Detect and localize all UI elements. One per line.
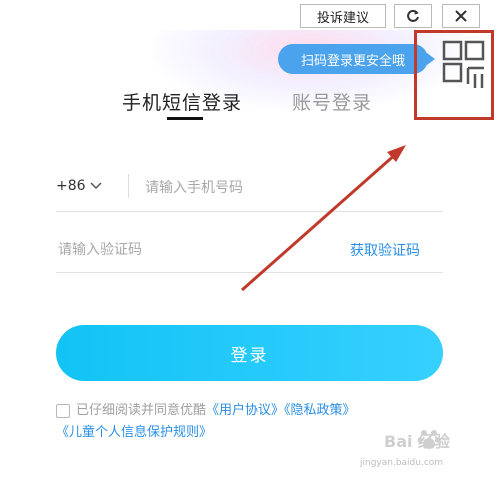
- country-divider: [128, 174, 129, 198]
- agreement-prefix: 已仔细阅读并同意优酷: [76, 403, 207, 418]
- refresh-button[interactable]: [394, 4, 432, 28]
- close-icon: [455, 10, 467, 22]
- watermark-url: jingyan.baidu.com: [360, 458, 444, 468]
- baidu-watermark: Bai 经验 jingyan.baidu.com: [360, 428, 480, 472]
- get-code-link[interactable]: 获取验证码: [350, 240, 420, 260]
- watermark-main: Bai 经验: [384, 432, 451, 451]
- qr-login-tooltip: 扫码登录更安全哦: [278, 44, 435, 74]
- tab-sms-login[interactable]: 手机短信登录: [122, 88, 242, 115]
- user-agreement-link[interactable]: 《用户协议》: [206, 403, 284, 418]
- qr-highlight-annotation: [414, 30, 494, 120]
- feedback-button[interactable]: 投诉建议: [300, 4, 386, 28]
- tab-account-login[interactable]: 账号登录: [292, 88, 372, 115]
- active-tab-underline: [167, 117, 203, 120]
- phone-input[interactable]: [143, 176, 437, 200]
- phone-underline: [56, 211, 443, 212]
- chevron-down-icon: [90, 182, 102, 190]
- login-button[interactable]: 登录: [56, 325, 443, 381]
- close-button[interactable]: [442, 4, 480, 28]
- verification-code-input[interactable]: [56, 238, 330, 262]
- refresh-icon: [407, 9, 419, 22]
- country-code-select[interactable]: +86: [56, 178, 102, 194]
- child-policy-link[interactable]: 《儿童个人信息保护规则》: [56, 425, 212, 440]
- code-underline: [56, 272, 443, 273]
- privacy-policy-link[interactable]: 《隐私政策》: [284, 403, 356, 418]
- country-code-value: +86: [56, 178, 86, 194]
- agree-checkbox[interactable]: [56, 403, 70, 418]
